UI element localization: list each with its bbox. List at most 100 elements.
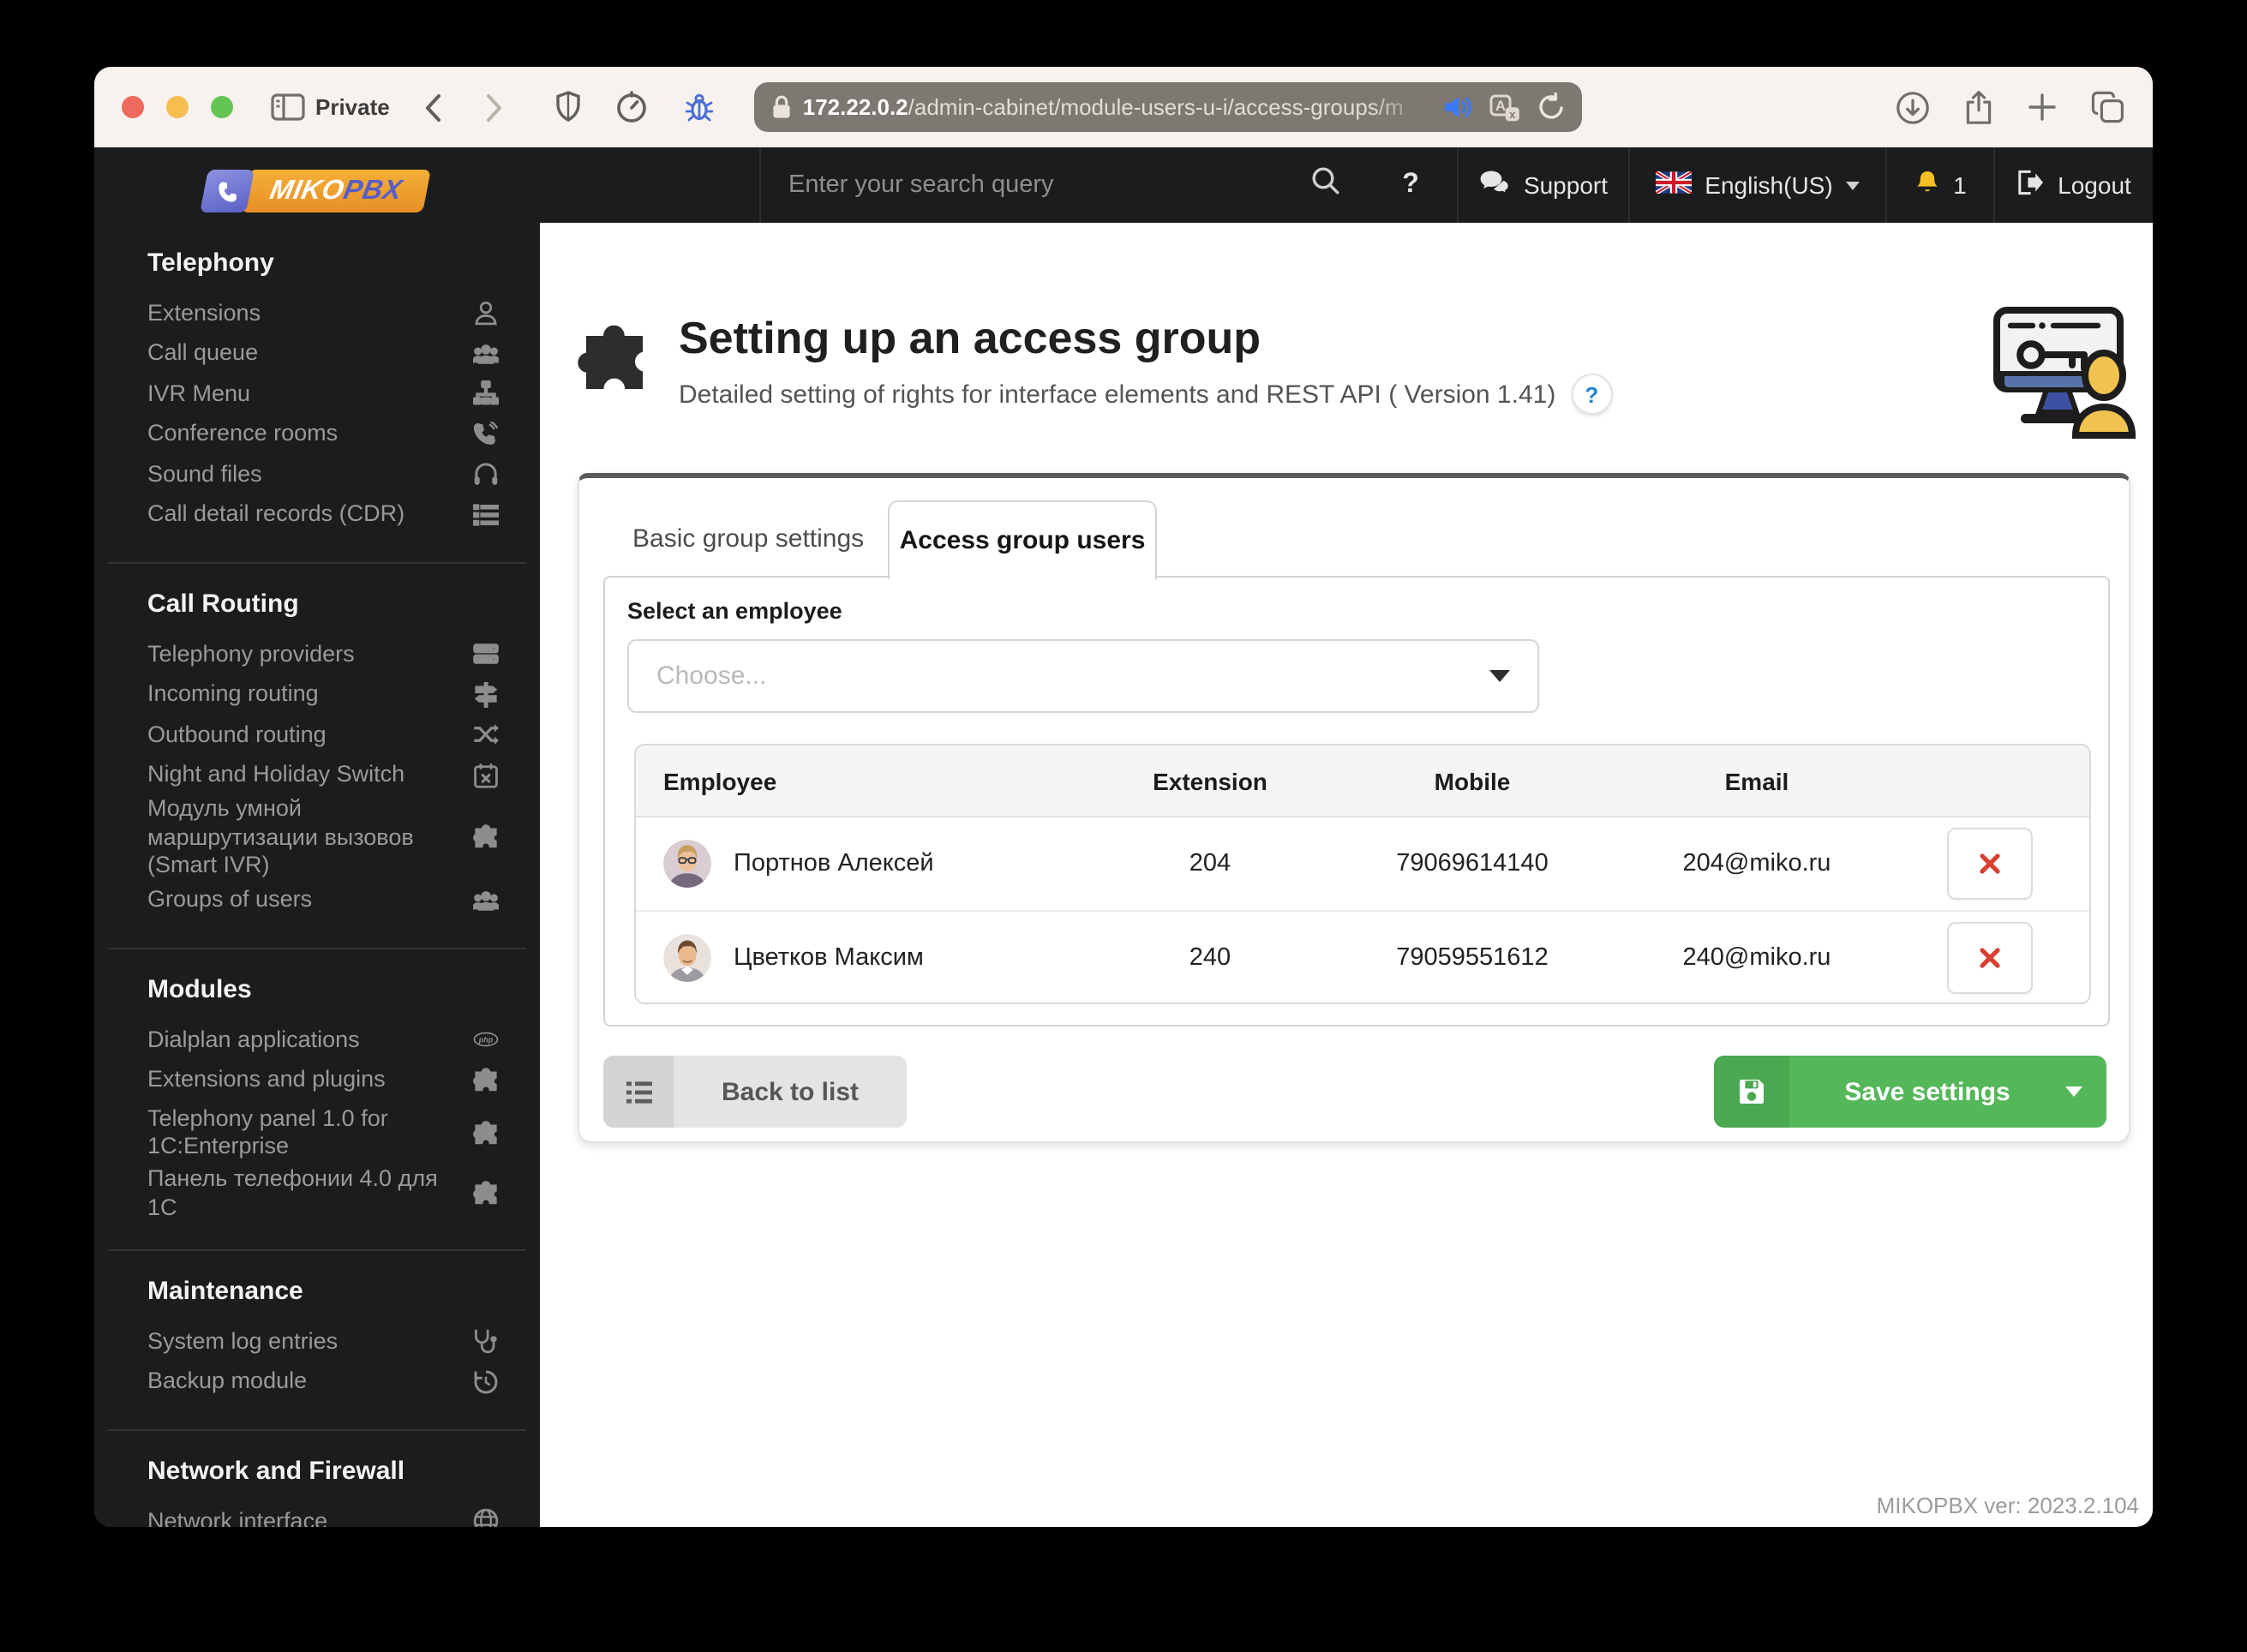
sidebar-divider	[108, 562, 526, 564]
user-icon	[470, 301, 499, 326]
translate-icon[interactable]: Ax	[1490, 93, 1521, 121]
tab-overview-icon[interactable]	[2091, 91, 2125, 123]
timer-extension-icon[interactable]	[616, 91, 649, 123]
back-icon[interactable]	[424, 92, 443, 123]
employee-email: 204@miko.ru	[1682, 849, 1831, 877]
svg-text:A: A	[1496, 97, 1507, 113]
history-icon	[470, 1369, 499, 1395]
avatar	[663, 839, 711, 888]
avatar	[663, 933, 711, 982]
sidebar-item-groups-of-users[interactable]: Groups of users	[147, 880, 499, 920]
help-menu-item[interactable]: ?	[1364, 147, 1457, 223]
logout-menu-item[interactable]: Logout	[1993, 147, 2153, 223]
shield-extension-icon[interactable]	[556, 91, 582, 123]
users-icon	[470, 341, 499, 367]
delete-employee-button[interactable]	[1947, 921, 2033, 994]
sidebar-item-extensions-plugins[interactable]: Extensions and plugins	[147, 1060, 499, 1100]
employee-email: 240@miko.ru	[1682, 943, 1831, 972]
save-icon	[1714, 1056, 1789, 1128]
zoom-window-button[interactable]	[211, 96, 233, 118]
server-icon	[470, 642, 499, 667]
page-content: Setting up an access group Detailed sett…	[540, 223, 2153, 1527]
sidebar-item-panel-telefonii-4[interactable]: Панель телефонии 4.0 для 1С	[147, 1165, 499, 1222]
section-title-modules: Modules	[147, 975, 252, 1004]
sidebar-item-call-queue[interactable]: Call queue	[147, 333, 499, 374]
debug-bug-extension-icon[interactable]	[683, 91, 717, 123]
list-icon	[603, 1056, 674, 1128]
sidebar-item-extensions[interactable]: Extensions	[147, 293, 499, 333]
sidebar-item-outbound-routing[interactable]: Outbound routing	[147, 715, 499, 755]
employee-extension: 204	[1189, 849, 1231, 877]
employee-select-dropdown[interactable]: Choose...	[627, 639, 1539, 713]
dropdown-placeholder: Choose...	[656, 661, 767, 691]
sidebar-nav: Telephony Extensions Call queue IVR Menu	[94, 212, 540, 1527]
version-label: MIKOPBX ver: 2023.2.104	[1876, 1493, 2139, 1518]
search-input[interactable]	[785, 170, 1311, 201]
reload-icon[interactable]	[1538, 93, 1566, 122]
lock-icon	[772, 94, 793, 120]
section-title-network-firewall: Network and Firewall	[147, 1457, 405, 1486]
sidebar-divider	[108, 948, 526, 949]
sidebar-divider	[108, 1249, 526, 1251]
sidebar-item-night-holiday-switch[interactable]: Night and Holiday Switch	[147, 755, 499, 795]
tab-access-group-users[interactable]: Access group users	[888, 500, 1157, 579]
sidebar-item-smart-ivr[interactable]: Модуль умной маршрутизации вызовов (Smar…	[147, 795, 499, 880]
globe-icon	[470, 1509, 499, 1527]
access-group-users-panel: Select an employee Choose... Employee Ex…	[603, 576, 2110, 1027]
tab-basic-group-settings[interactable]: Basic group settings	[632, 502, 864, 578]
phone-logo-icon	[200, 170, 255, 212]
url-text: 172.22.0.2/admin-cabinet/module-users-u-…	[803, 94, 1430, 120]
forward-icon[interactable]	[486, 92, 505, 123]
sidebar-item-telephony-panel-1c[interactable]: Telephony panel 1.0 for 1C:Enterprise	[147, 1100, 499, 1165]
sidebar-item-network-interface[interactable]: Network interface	[147, 1501, 499, 1527]
downloads-icon[interactable]	[1896, 90, 1930, 124]
notifications-menu-item[interactable]: 1	[1885, 147, 1993, 223]
sidebar-item-cdr[interactable]: Call detail records (CDR)	[147, 494, 499, 535]
save-settings-button[interactable]: Save settings	[1714, 1056, 2106, 1128]
sidebar-toggle-icon[interactable]	[271, 93, 305, 122]
table-row: Портнов Алексей 204 79069614140 204@miko…	[636, 817, 2089, 911]
puzzle-icon	[470, 824, 499, 851]
mikopbx-logo[interactable]: MIKO PBX	[200, 170, 540, 212]
delete-employee-button[interactable]	[1947, 827, 2033, 900]
header-extension: Extension	[1153, 767, 1267, 794]
back-to-list-button[interactable]: Back to list	[603, 1056, 907, 1128]
minimize-window-button[interactable]	[166, 96, 189, 118]
notification-count: 1	[1953, 171, 1967, 199]
phone-volume-icon	[470, 421, 499, 447]
sidebar-item-incoming-routing[interactable]: Incoming routing	[147, 674, 499, 715]
private-mode-label: Private	[315, 94, 390, 120]
sidebar-item-system-log-entries[interactable]: System log entries	[147, 1321, 499, 1362]
sidebar-item-dialplan-applications[interactable]: Dialplan applications php	[147, 1020, 499, 1060]
address-bar[interactable]: 172.22.0.2/admin-cabinet/module-users-u-…	[754, 82, 1583, 132]
logout-icon	[2016, 170, 2044, 201]
users-icon	[470, 888, 499, 913]
dropdown-caret-icon	[1489, 670, 1510, 682]
subtitle-help-icon[interactable]: ?	[1571, 374, 1613, 415]
select-employee-label: Select an employee	[627, 598, 842, 624]
sidebar-item-ivr-menu[interactable]: IVR Menu	[147, 374, 499, 414]
header-employee: Employee	[663, 767, 777, 794]
sidebar-divider	[108, 1429, 526, 1431]
sidebar-item-sound-files[interactable]: Sound files	[147, 454, 499, 494]
sidebar-item-conference-rooms[interactable]: Conference rooms	[147, 414, 499, 454]
uk-flag-icon	[1654, 170, 1693, 199]
sidebar-item-backup-module[interactable]: Backup module	[147, 1362, 499, 1402]
new-tab-icon[interactable]	[2028, 93, 2057, 122]
access-group-card: Basic group settings Access group users …	[578, 473, 2130, 1143]
shuffle-icon	[470, 722, 499, 748]
support-menu-item[interactable]: Support	[1457, 147, 1628, 223]
audio-playing-icon[interactable]	[1444, 94, 1473, 120]
employees-table: Employee Extension Mobile Email Портнов …	[634, 744, 2091, 1004]
close-window-button[interactable]	[122, 96, 144, 118]
employee-mobile: 79059551612	[1396, 943, 1549, 972]
save-dropdown-caret[interactable]	[2065, 1056, 2106, 1128]
sidebar-item-telephony-providers[interactable]: Telephony providers	[147, 634, 499, 674]
employee-name: Портнов Алексей	[734, 849, 934, 877]
page-title: Setting up an access group	[679, 312, 1261, 363]
list-icon	[470, 502, 499, 528]
puzzle-icon	[470, 1120, 499, 1146]
search-icon[interactable]	[1311, 166, 1340, 204]
share-icon[interactable]	[1964, 90, 1993, 124]
language-menu-item[interactable]: English(US)	[1628, 147, 1885, 223]
